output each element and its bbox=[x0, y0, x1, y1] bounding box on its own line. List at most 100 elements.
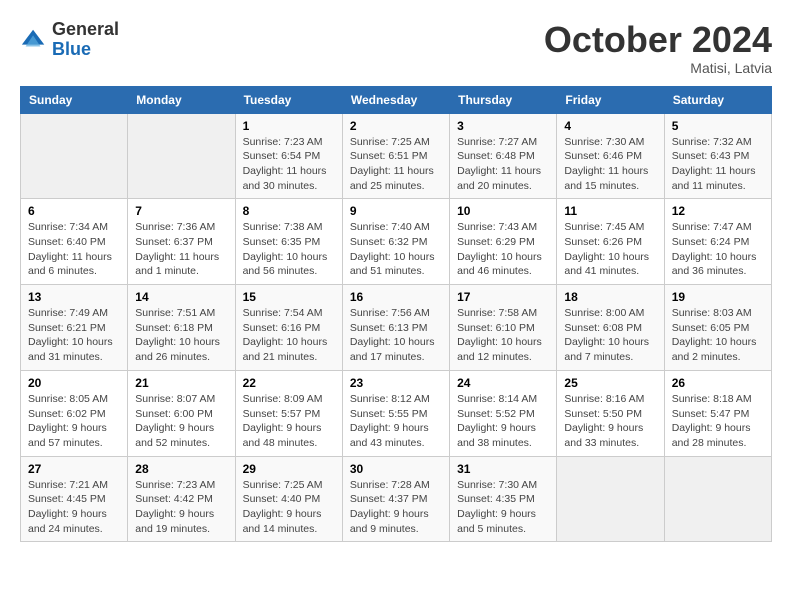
calendar-cell: 14Sunrise: 7:51 AM Sunset: 6:18 PM Dayli… bbox=[128, 285, 235, 371]
calendar-cell: 31 Sunrise: 7:30 AM Sunset: 4:35 PM Dayli… bbox=[450, 456, 557, 542]
calendar-cell bbox=[664, 456, 771, 542]
day-info: Sunrise: 7:23 AM Sunset: 4:42 PM Dayligh… bbox=[135, 478, 227, 537]
calendar-cell: 12 Sunrise: 7:47 AM Sunset: 6:24 PM Dayli… bbox=[664, 199, 771, 285]
day-info: Sunrise: 7:40 AM Sunset: 6:32 PM Dayligh… bbox=[350, 220, 442, 279]
day-info: Sunrise: 8:03 AM Sunset: 6:05 PM Dayligh… bbox=[672, 306, 764, 365]
day-number: 20 bbox=[28, 376, 120, 390]
calendar-cell: 13 Sunrise: 7:49 AM Sunset: 6:21 PM Dayli… bbox=[21, 285, 128, 371]
calendar-cell: 17 Sunrise: 7:58 AM Sunset: 6:10 PM Dayli… bbox=[450, 285, 557, 371]
day-info: Sunrise: 7:25 AM Sunset: 4:40 PM Dayligh… bbox=[243, 478, 335, 537]
day-number: 1 bbox=[243, 119, 335, 133]
day-info: Sunrise: 7:27 AM Sunset: 6:48 PM Dayligh… bbox=[457, 135, 549, 194]
logo-blue-text: Blue bbox=[52, 39, 91, 59]
day-number: 31 bbox=[457, 462, 549, 476]
day-info: Sunrise: 7:34 AM Sunset: 6:40 PM Dayligh… bbox=[28, 220, 120, 279]
day-number: 30 bbox=[350, 462, 442, 476]
title-block: October 2024 Matisi, Latvia bbox=[544, 20, 772, 76]
header-row: SundayMondayTuesdayWednesdayThursdayFrid… bbox=[21, 86, 772, 113]
calendar-cell: 11 Sunrise: 7:45 AM Sunset: 6:26 PM Dayli… bbox=[557, 199, 664, 285]
day-info: Sunrise: 7:49 AM Sunset: 6:21 PM Dayligh… bbox=[28, 306, 120, 365]
day-number: 27 bbox=[28, 462, 120, 476]
day-number: 10 bbox=[457, 204, 549, 218]
calendar-cell: 26 Sunrise: 8:18 AM Sunset: 5:47 PM Dayli… bbox=[664, 370, 771, 456]
day-info: Sunrise: 7:25 AM Sunset: 6:51 PM Dayligh… bbox=[350, 135, 442, 194]
day-info: Sunrise: 8:00 AM Sunset: 6:08 PM Dayligh… bbox=[564, 306, 656, 365]
column-header-thursday: Thursday bbox=[450, 86, 557, 113]
day-info: Sunrise: 7:30 AM Sunset: 6:46 PM Dayligh… bbox=[564, 135, 656, 194]
calendar-cell: 9 Sunrise: 7:40 AM Sunset: 6:32 PM Daylig… bbox=[342, 199, 449, 285]
day-number: 28 bbox=[135, 462, 227, 476]
calendar-cell: 3 Sunrise: 7:27 AM Sunset: 6:48 PM Daylig… bbox=[450, 113, 557, 199]
column-header-wednesday: Wednesday bbox=[342, 86, 449, 113]
day-info: Sunrise: 7:45 AM Sunset: 6:26 PM Dayligh… bbox=[564, 220, 656, 279]
calendar-week-5: 27 Sunrise: 7:21 AM Sunset: 4:45 PM Dayli… bbox=[21, 456, 772, 542]
day-number: 23 bbox=[350, 376, 442, 390]
day-info: Sunrise: 7:28 AM Sunset: 4:37 PM Dayligh… bbox=[350, 478, 442, 537]
calendar-cell: 27 Sunrise: 7:21 AM Sunset: 4:45 PM Dayli… bbox=[21, 456, 128, 542]
column-header-tuesday: Tuesday bbox=[235, 86, 342, 113]
day-number: 18 bbox=[564, 290, 656, 304]
calendar-week-4: 20 Sunrise: 8:05 AM Sunset: 6:02 PM Dayli… bbox=[21, 370, 772, 456]
day-number: 7 bbox=[135, 204, 227, 218]
column-header-friday: Friday bbox=[557, 86, 664, 113]
calendar-cell: 29 Sunrise: 7:25 AM Sunset: 4:40 PM Dayli… bbox=[235, 456, 342, 542]
day-number: 3 bbox=[457, 119, 549, 133]
day-number: 24 bbox=[457, 376, 549, 390]
logo-text: General Blue bbox=[52, 20, 119, 60]
page-header: General Blue October 2024 Matisi, Latvia bbox=[20, 20, 772, 76]
day-info: Sunrise: 7:43 AM Sunset: 6:29 PM Dayligh… bbox=[457, 220, 549, 279]
day-info: Sunrise: 7:47 AM Sunset: 6:24 PM Dayligh… bbox=[672, 220, 764, 279]
calendar-week-3: 13 Sunrise: 7:49 AM Sunset: 6:21 PM Dayli… bbox=[21, 285, 772, 371]
calendar-cell: 6 Sunrise: 7:34 AM Sunset: 6:40 PM Daylig… bbox=[21, 199, 128, 285]
day-number: 19 bbox=[672, 290, 764, 304]
day-number: 29 bbox=[243, 462, 335, 476]
day-number: 17 bbox=[457, 290, 549, 304]
calendar-cell: 25Sunrise: 8:16 AM Sunset: 5:50 PM Dayli… bbox=[557, 370, 664, 456]
day-info: Sunrise: 7:51 AM Sunset: 6:18 PM Dayligh… bbox=[135, 306, 227, 365]
day-info: Sunrise: 8:05 AM Sunset: 6:02 PM Dayligh… bbox=[28, 392, 120, 451]
day-info: Sunrise: 8:18 AM Sunset: 5:47 PM Dayligh… bbox=[672, 392, 764, 451]
day-number: 26 bbox=[672, 376, 764, 390]
calendar-cell: 16Sunrise: 7:56 AM Sunset: 6:13 PM Dayli… bbox=[342, 285, 449, 371]
day-info: Sunrise: 7:32 AM Sunset: 6:43 PM Dayligh… bbox=[672, 135, 764, 194]
logo-general-text: General bbox=[52, 19, 119, 39]
column-header-monday: Monday bbox=[128, 86, 235, 113]
calendar-body: 1Sunrise: 7:23 AM Sunset: 6:54 PM Daylig… bbox=[21, 113, 772, 542]
day-info: Sunrise: 7:54 AM Sunset: 6:16 PM Dayligh… bbox=[243, 306, 335, 365]
day-number: 4 bbox=[564, 119, 656, 133]
calendar-cell: 28 Sunrise: 7:23 AM Sunset: 4:42 PM Dayli… bbox=[128, 456, 235, 542]
day-number: 11 bbox=[564, 204, 656, 218]
calendar-cell: 15Sunrise: 7:54 AM Sunset: 6:16 PM Dayli… bbox=[235, 285, 342, 371]
day-info: Sunrise: 7:38 AM Sunset: 6:35 PM Dayligh… bbox=[243, 220, 335, 279]
day-number: 16 bbox=[350, 290, 442, 304]
day-number: 2 bbox=[350, 119, 442, 133]
day-info: Sunrise: 7:30 AM Sunset: 4:35 PM Dayligh… bbox=[457, 478, 549, 537]
calendar-cell: 30 Sunrise: 7:28 AM Sunset: 4:37 PM Dayli… bbox=[342, 456, 449, 542]
day-number: 21 bbox=[135, 376, 227, 390]
day-info: Sunrise: 7:21 AM Sunset: 4:45 PM Dayligh… bbox=[28, 478, 120, 537]
day-number: 9 bbox=[350, 204, 442, 218]
calendar-cell bbox=[21, 113, 128, 199]
day-number: 8 bbox=[243, 204, 335, 218]
calendar-cell: 1Sunrise: 7:23 AM Sunset: 6:54 PM Daylig… bbox=[235, 113, 342, 199]
calendar-cell: 8 Sunrise: 7:38 AM Sunset: 6:35 PM Daylig… bbox=[235, 199, 342, 285]
calendar-table: SundayMondayTuesdayWednesdayThursdayFrid… bbox=[20, 86, 772, 543]
location-subtitle: Matisi, Latvia bbox=[544, 60, 772, 76]
day-number: 6 bbox=[28, 204, 120, 218]
day-info: Sunrise: 8:14 AM Sunset: 5:52 PM Dayligh… bbox=[457, 392, 549, 451]
calendar-cell: 7Sunrise: 7:36 AM Sunset: 6:37 PM Daylig… bbox=[128, 199, 235, 285]
day-number: 5 bbox=[672, 119, 764, 133]
calendar-cell: 4 Sunrise: 7:30 AM Sunset: 6:46 PM Daylig… bbox=[557, 113, 664, 199]
calendar-cell bbox=[128, 113, 235, 199]
day-info: Sunrise: 8:12 AM Sunset: 5:55 PM Dayligh… bbox=[350, 392, 442, 451]
calendar-week-2: 6 Sunrise: 7:34 AM Sunset: 6:40 PM Daylig… bbox=[21, 199, 772, 285]
day-number: 25 bbox=[564, 376, 656, 390]
day-info: Sunrise: 8:07 AM Sunset: 6:00 PM Dayligh… bbox=[135, 392, 227, 451]
day-number: 12 bbox=[672, 204, 764, 218]
calendar-cell bbox=[557, 456, 664, 542]
day-info: Sunrise: 7:58 AM Sunset: 6:10 PM Dayligh… bbox=[457, 306, 549, 365]
calendar-cell: 20 Sunrise: 8:05 AM Sunset: 6:02 PM Dayli… bbox=[21, 370, 128, 456]
calendar-cell: 2 Sunrise: 7:25 AM Sunset: 6:51 PM Daylig… bbox=[342, 113, 449, 199]
logo-icon bbox=[20, 26, 48, 54]
day-number: 13 bbox=[28, 290, 120, 304]
